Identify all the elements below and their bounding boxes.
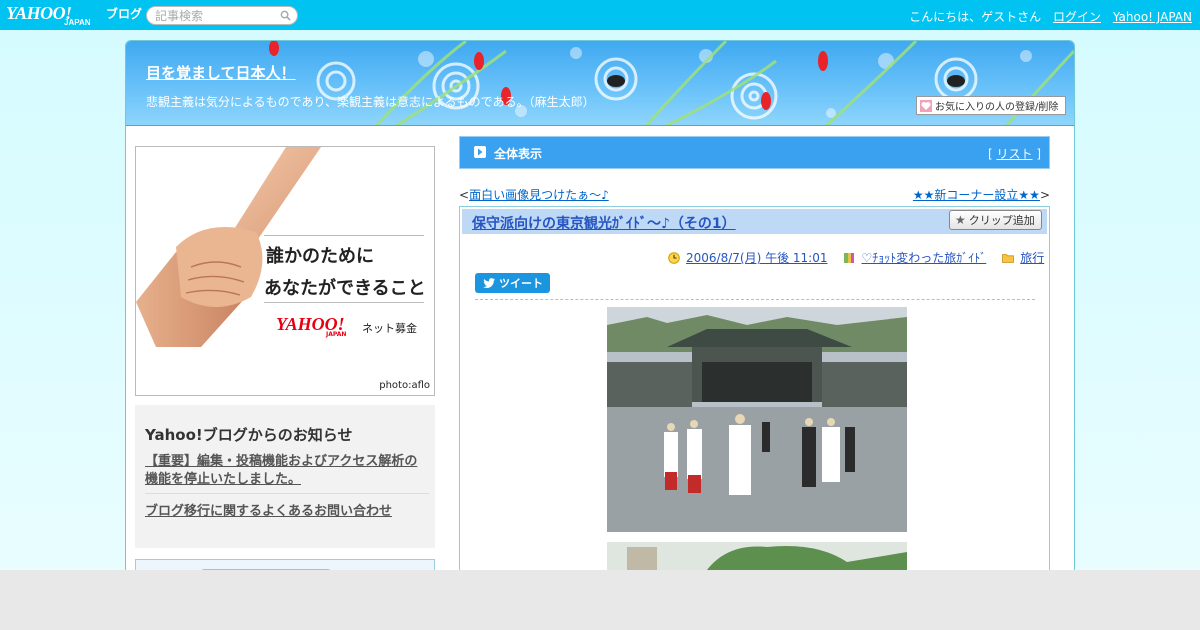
article-title-link[interactable]: 保守派向けの東京観光ｶﾞｲﾄﾞ～♪（その1） [472, 213, 736, 233]
top-bar: YAHOO! JAPAN ブログ こんにちは、ゲストさん ログイン Yahoo!… [0, 0, 1200, 30]
logo-yahoo-text: YAHOO! [6, 3, 72, 23]
search-input[interactable] [155, 9, 275, 23]
tweet-button[interactable]: ツイート [475, 273, 550, 293]
blog-title-link[interactable]: 目を覚まして日本人！ [146, 62, 296, 83]
greeting-text: こんにちは、ゲストさん [909, 10, 1042, 24]
notice-link-important[interactable]: 【重要】編集・投稿機能およびアクセス解析の機能を停止いたしました。 [145, 453, 429, 489]
search-icon[interactable] [280, 10, 291, 21]
login-link[interactable]: ログイン [1053, 10, 1101, 24]
list-link-wrapper: [ リスト ] [988, 145, 1041, 162]
ad-headline-2: あなたができること [264, 278, 426, 299]
heart-icon [920, 99, 932, 112]
search-box [146, 6, 298, 25]
article-date-link[interactable]: 2006/8/7(月) 午後 11:01 [686, 249, 827, 266]
article-header: 保守派向けの東京観光ｶﾞｲﾄﾞ～♪（その1） ★ クリップ追加 [462, 209, 1047, 234]
twitter-bird-icon [483, 278, 495, 288]
favorite-button-label: お気に入りの人の登録/削除 [935, 102, 1059, 113]
ad-divider-top [264, 235, 424, 236]
arrow-right-icon [474, 146, 486, 158]
article-divider [475, 299, 1035, 300]
yahoo-japan-link[interactable]: Yahoo! JAPAN [1113, 10, 1192, 24]
star-icon: ★ [955, 213, 966, 227]
ad-yahoo-japan: JAPAN [326, 331, 347, 338]
list-bracket-open: [ [987, 147, 993, 161]
prev-article-link[interactable]: 面白い画像見つけたぁ～♪ [469, 188, 609, 202]
ad-photo-credit: photo:aflo [379, 380, 430, 391]
ad-divider-bottom [264, 302, 424, 303]
view-all-label: 全体表示 [494, 147, 543, 161]
prev-arrow: < [459, 188, 470, 202]
notice-divider [145, 493, 429, 494]
book-icon [844, 252, 855, 263]
notice-box: Yahoo!ブログからのお知らせ 【重要】編集・投稿機能およびアクセス解析の機能… [135, 405, 435, 548]
blog-frame: 目を覚まして日本人！ 悲観主義は気分によるものであり、楽観主義は意志によるもので… [125, 40, 1075, 580]
blog-header-banner: 目を覚まして日本人！ 悲観主義は気分によるものであり、楽観主義は意志によるもので… [126, 41, 1074, 126]
article-folder-link[interactable]: 旅行 [1020, 249, 1044, 266]
view-all-bar: 全体表示 [ リスト ] [459, 136, 1050, 169]
list-bracket-close: ] [1036, 147, 1041, 161]
blog-subtitle: 悲観主義は気分によるものであり、楽観主義は意志によるものである。（麻生太郎） [146, 95, 595, 109]
ad-headline-1: 誰かのために [266, 246, 374, 267]
shrine-procession-photo [607, 307, 907, 532]
folder-icon [1002, 253, 1015, 263]
top-nav: こんにちは、ゲストさん ログイン Yahoo! JAPAN [901, 8, 1192, 25]
clip-add-label: クリップ追加 [968, 214, 1035, 227]
next-arrow: > [1039, 188, 1050, 202]
next-article-link[interactable]: ★★新コーナー設立★★ [913, 188, 1040, 202]
article: 保守派向けの東京観光ｶﾞｲﾄﾞ～♪（その1） ★ クリップ追加 2006/8/7… [459, 206, 1050, 579]
notice-link-faq[interactable]: ブログ移行に関するよくあるお問い合わせ [145, 500, 392, 519]
notice-heading: Yahoo!ブログからのお知らせ [145, 426, 353, 444]
list-link[interactable]: リスト [996, 147, 1032, 161]
handshake-image [136, 147, 321, 347]
favorite-register-button[interactable]: お気に入りの人の登録/削除 [916, 96, 1066, 115]
article-category-link[interactable]: ♡ﾁｮｯﾄ変わった旅ｶﾞｲﾄﾞ [861, 249, 986, 266]
logo-blog-text: ブログ [106, 7, 143, 21]
page-footer-area [0, 570, 1200, 630]
article-meta: 2006/8/7(月) 午後 11:01 ♡ﾁｮｯﾄ変わった旅ｶﾞｲﾄﾞ 旅行 [668, 249, 1044, 266]
prev-next-nav: <面白い画像見つけたぁ～♪ ★★新コーナー設立★★> [459, 186, 1050, 202]
donation-ad-banner[interactable]: 誰かのために あなたができること YAHOO! JAPAN ネット募金 phot… [135, 146, 435, 396]
logo-japan-text: JAPAN [64, 18, 91, 27]
tweet-label: ツイート [499, 277, 543, 290]
clock-icon [668, 251, 680, 264]
clip-add-button[interactable]: ★ クリップ追加 [949, 210, 1042, 230]
ad-service-name: ネット募金 [362, 322, 417, 335]
